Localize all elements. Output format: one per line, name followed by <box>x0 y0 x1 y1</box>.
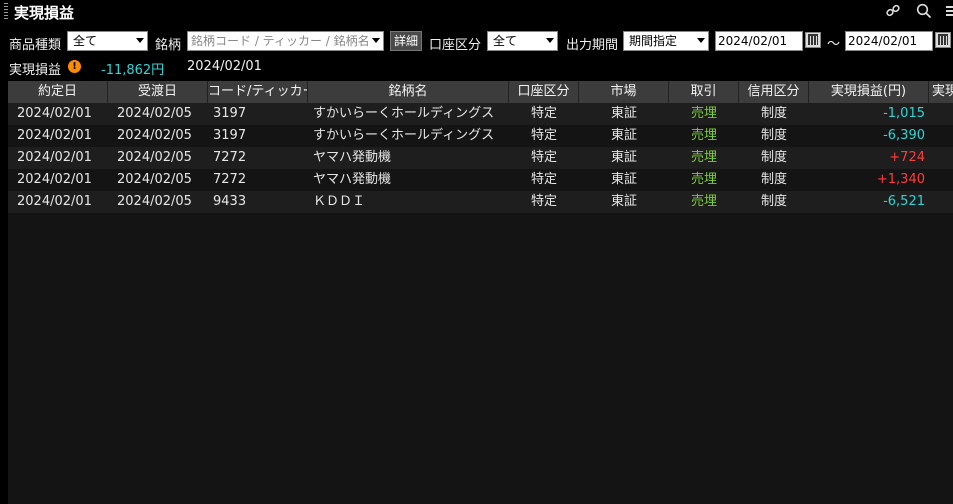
symbol-label: 銘柄 <box>155 38 182 53</box>
credit-cell: 制度 <box>760 150 787 165</box>
code-cell: 9433 <box>213 194 247 209</box>
table-row[interactable]: 2024/02/01 2024/02/05 7272 ヤマハ発動機 特定 東証 … <box>8 147 953 169</box>
summary-bar: 実現損益 -11,862円 2024/02/01 <box>0 57 953 78</box>
col-realized-pl[interactable]: 実現損益(円) <box>809 81 929 103</box>
trade-cell: 売埋 <box>690 150 717 165</box>
table-row[interactable]: 2024/02/01 2024/02/05 3197 すかいらーくホールディング… <box>8 103 953 125</box>
account-cell: 特定 <box>530 172 557 187</box>
trade-cell: 売埋 <box>690 194 717 209</box>
drag-grip-icon[interactable] <box>4 3 8 21</box>
col-code[interactable]: コード/ティッカー <box>208 81 308 103</box>
chevron-down-icon <box>697 38 705 43</box>
date-to-field[interactable]: 2024/02/01 <box>845 31 933 51</box>
product-type-value: 全て <box>73 34 98 48</box>
period-value: 期間指定 <box>629 34 678 48</box>
account-cell: 特定 <box>530 128 557 143</box>
pl-cell: -1,015 <box>883 106 925 121</box>
market-cell: 東証 <box>610 172 637 187</box>
credit-cell: 制度 <box>760 194 787 209</box>
code-cell: 3197 <box>213 106 247 121</box>
name-cell: すかいらーくホールディングス <box>313 128 495 143</box>
chevron-down-icon <box>136 38 144 43</box>
warning-icon[interactable]: ! <box>68 60 81 73</box>
table-row[interactable]: 2024/02/01 2024/02/05 7272 ヤマハ発動機 特定 東証 … <box>8 169 953 191</box>
trade-date-cell: 2024/02/01 <box>17 128 92 143</box>
pl-cell: -6,390 <box>883 128 925 143</box>
market-cell: 東証 <box>610 194 637 209</box>
name-cell: すかいらーくホールディングス <box>313 106 495 121</box>
settle-date-cell: 2024/02/05 <box>117 172 192 187</box>
market-cell: 東証 <box>610 128 637 143</box>
search-icon[interactable] <box>916 3 932 23</box>
settle-date-cell: 2024/02/05 <box>117 128 192 143</box>
table-row[interactable]: 2024/02/01 2024/02/05 3197 すかいらーくホールディング… <box>8 125 953 147</box>
link-icon[interactable] <box>885 3 901 23</box>
col-name[interactable]: 銘柄名 <box>308 81 509 103</box>
pl-cell: +724 <box>889 150 925 165</box>
code-cell: 7272 <box>213 172 247 187</box>
period-label: 出力期間 <box>566 38 619 53</box>
account-label: 口座区分 <box>429 38 482 53</box>
trade-cell: 売埋 <box>690 106 717 121</box>
summary-value: -11,862円 <box>101 63 165 78</box>
col-trade-date[interactable]: 約定日 <box>8 81 108 103</box>
settle-date-cell: 2024/02/05 <box>117 106 192 121</box>
symbol-input[interactable]: 銘柄コード / ティッカー / 銘柄名 <box>187 31 384 51</box>
col-account[interactable]: 口座区分 <box>509 81 579 103</box>
col-realized-extra[interactable]: 実現 <box>929 81 953 103</box>
col-trade[interactable]: 取引 <box>669 81 739 103</box>
trade-cell: 売埋 <box>690 172 717 187</box>
product-type-label: 商品種類 <box>9 38 62 53</box>
title-bar: 実現損益 <box>0 0 953 24</box>
trade-cell: 売埋 <box>690 128 717 143</box>
settle-date-cell: 2024/02/05 <box>117 150 192 165</box>
name-cell: ヤマハ発動機 <box>313 172 392 187</box>
account-select[interactable]: 全て <box>487 31 558 51</box>
pl-cell: -6,521 <box>883 194 925 209</box>
product-type-select[interactable]: 全て <box>67 31 148 51</box>
summary-date: 2024/02/01 <box>187 59 262 74</box>
detail-button[interactable]: 詳細 <box>390 31 422 51</box>
credit-cell: 制度 <box>760 106 787 121</box>
account-cell: 特定 <box>530 106 557 121</box>
menu-icon[interactable] <box>946 3 953 23</box>
account-cell: 特定 <box>530 194 557 209</box>
chevron-down-icon <box>546 38 554 43</box>
credit-cell: 制度 <box>760 172 787 187</box>
chevron-down-icon <box>372 38 380 43</box>
calendar-icon[interactable] <box>935 32 951 48</box>
market-cell: 東証 <box>610 106 637 121</box>
col-market[interactable]: 市場 <box>579 81 669 103</box>
account-value: 全て <box>493 34 518 48</box>
date-from-field[interactable]: 2024/02/01 <box>715 31 803 51</box>
name-cell: ヤマハ発動機 <box>313 150 392 165</box>
col-settle-date[interactable]: 受渡日 <box>108 81 208 103</box>
settle-date-cell: 2024/02/05 <box>117 194 192 209</box>
market-cell: 東証 <box>610 150 637 165</box>
col-credit[interactable]: 信用区分 <box>739 81 809 103</box>
period-select[interactable]: 期間指定 <box>623 31 709 51</box>
code-cell: 7272 <box>213 150 247 165</box>
table-row[interactable]: 2024/02/01 2024/02/05 9433 ＫＤＤＩ 特定 東証 売埋… <box>8 191 953 213</box>
range-separator: ～ <box>827 37 841 52</box>
filter-bar: 商品種類 全て 銘柄 銘柄コード / ティッカー / 銘柄名 詳細 口座区分 全… <box>0 29 953 53</box>
symbol-placeholder: 銘柄コード / ティッカー / 銘柄名 <box>191 34 370 48</box>
account-cell: 特定 <box>530 150 557 165</box>
name-cell: ＫＤＤＩ <box>313 194 366 209</box>
summary-label: 実現損益 <box>9 63 62 78</box>
trade-date-cell: 2024/02/01 <box>17 172 92 187</box>
trade-date-cell: 2024/02/01 <box>17 106 92 121</box>
grid-left-gutter <box>0 81 8 504</box>
pl-table: 約定日 受渡日 コード/ティッカー 銘柄名 口座区分 市場 取引 信用区分 実現… <box>8 81 953 504</box>
trade-date-cell: 2024/02/01 <box>17 194 92 209</box>
pl-cell: +1,340 <box>876 172 925 187</box>
code-cell: 3197 <box>213 128 247 143</box>
calendar-icon[interactable] <box>805 32 821 48</box>
trade-date-cell: 2024/02/01 <box>17 150 92 165</box>
credit-cell: 制度 <box>760 128 787 143</box>
table-header: 約定日 受渡日 コード/ティッカー 銘柄名 口座区分 市場 取引 信用区分 実現… <box>8 81 953 103</box>
window-title: 実現損益 <box>14 4 75 22</box>
